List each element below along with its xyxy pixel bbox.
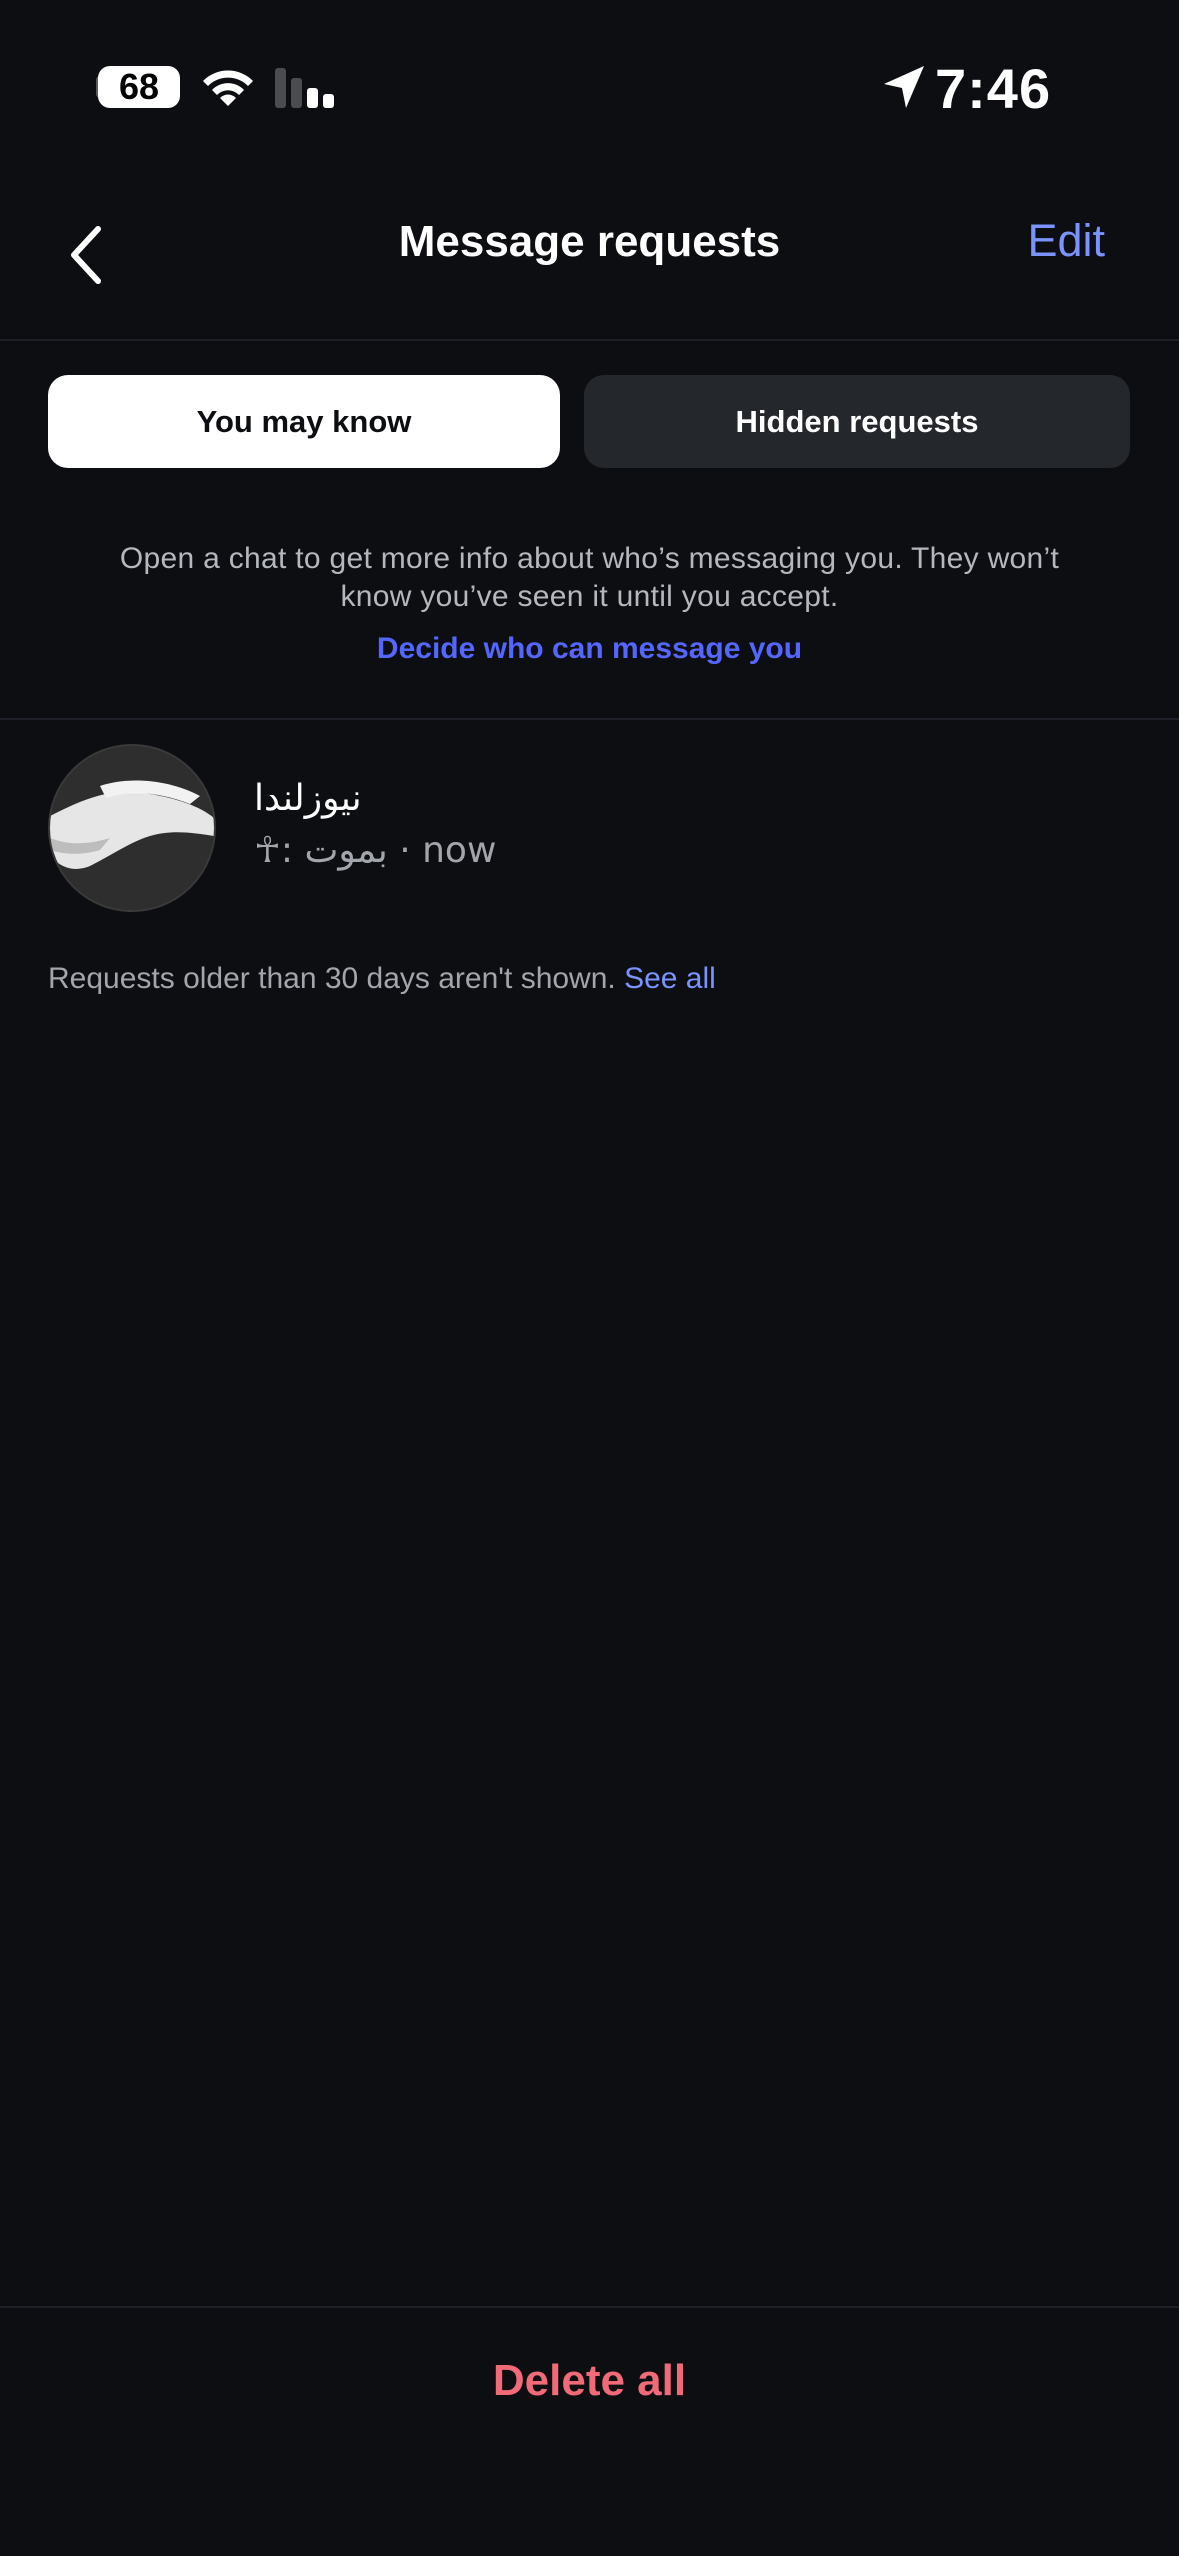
status-bar: 68 7:46 bbox=[0, 0, 1179, 175]
battery-indicator: 68 bbox=[98, 66, 180, 108]
list-item[interactable]: نیوزلندا ☥: بموت · now bbox=[0, 738, 1179, 918]
older-requests-note: Requests older than 30 days aren't shown… bbox=[48, 962, 716, 996]
edit-button[interactable]: Edit bbox=[1027, 215, 1105, 267]
navigation-header: Message requests Edit bbox=[0, 175, 1179, 341]
bottom-divider bbox=[0, 2306, 1179, 2308]
request-sender-name: نیوزلندا bbox=[254, 778, 362, 819]
clock: 7:46 bbox=[935, 57, 1052, 120]
request-preview: ☥: بموت · now bbox=[254, 830, 497, 871]
delete-all-button[interactable]: Delete all bbox=[0, 2356, 1179, 2406]
info-text: Open a chat to get more info about who’s… bbox=[119, 542, 1060, 613]
cellular-signal-icon bbox=[275, 66, 339, 108]
decide-who-can-message-link[interactable]: Decide who can message you bbox=[0, 632, 1179, 666]
see-all-link[interactable]: See all bbox=[624, 962, 716, 995]
tab-hidden-requests[interactable]: Hidden requests bbox=[584, 375, 1130, 468]
tab-you-may-know[interactable]: You may know bbox=[48, 375, 560, 468]
location-arrow-icon bbox=[884, 66, 924, 108]
avatar bbox=[48, 744, 216, 912]
wifi-icon bbox=[203, 70, 253, 106]
divider bbox=[0, 718, 1179, 720]
page-title: Message requests bbox=[398, 217, 781, 266]
older-requests-text: Requests older than 30 days aren't shown… bbox=[48, 962, 616, 995]
